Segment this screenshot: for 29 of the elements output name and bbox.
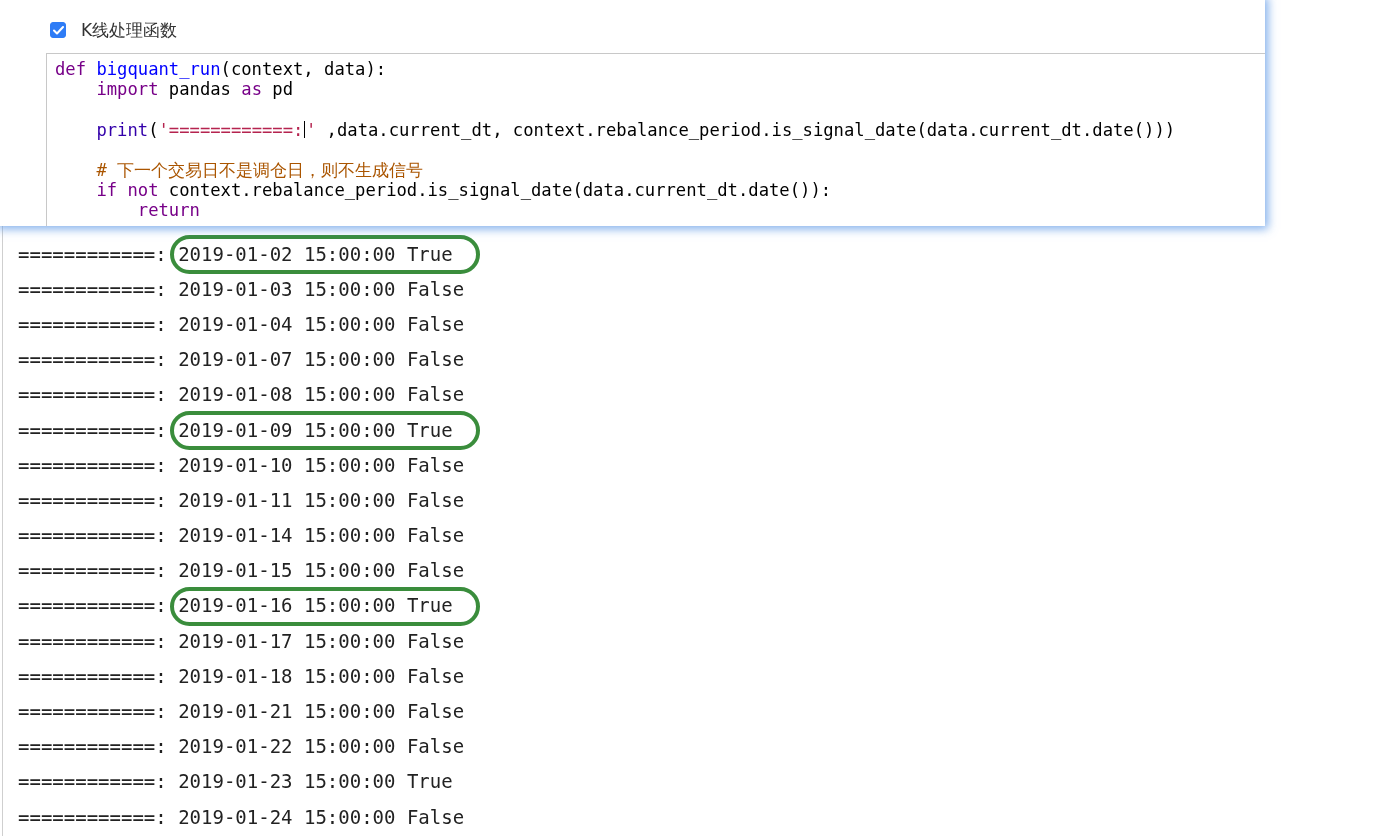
checkmark-icon — [52, 25, 64, 35]
output-line: ============: 2019-01-23 15:00:00 True — [18, 770, 453, 793]
output-line: ============: 2019-01-17 15:00:00 False — [18, 629, 465, 652]
output-line: ============: 2019-01-22 15:00:00 False — [18, 735, 465, 758]
code-line: if not context.rebalance_period.is_signal_date(data.current_dt.date()): — [95, 180, 832, 201]
output-line: ============: 2019-01-14 15:00:00 False — [18, 524, 465, 547]
text-cursor-icon — [303, 121, 306, 139]
output-line: ============: 2019-01-04 15:00:00 False — [18, 312, 465, 335]
code-line: ' ,data.current_dt, context.rebalance_period.is_signal_date(data.current_dt.date())) — [305, 119, 1176, 140]
output-line: ============: 2019-01-02 15:00:00 True — [18, 242, 453, 265]
output-line: ============: 2019-01-09 15:00:00 True — [18, 418, 453, 441]
code-line: import pandas as pd — [95, 79, 294, 100]
output-line: ============: 2019-01-18 15:00:00 False — [18, 664, 465, 687]
output-line: ============: 2019-01-07 15:00:00 False — [18, 348, 465, 371]
output-line: ============: 2019-01-08 15:00:00 False — [18, 383, 465, 406]
output-line: ============: 2019-01-21 15:00:00 False — [18, 700, 465, 723]
code-line: def bigquant_run(context, data): — [55, 59, 387, 80]
output-line: ============: 2019-01-15 15:00:00 False — [18, 559, 465, 582]
output-line: ============: 2019-01-11 15:00:00 False — [18, 488, 465, 511]
checkbox-label: K线处理函数 — [81, 18, 178, 42]
output-line: ============: 2019-01-24 15:00:00 False — [18, 805, 465, 828]
code-line: print('============: — [95, 119, 304, 140]
output-line: ============: 2019-01-10 15:00:00 False — [18, 453, 465, 476]
code-editor[interactable] — [46, 53, 1265, 226]
output-line: ============: 2019-01-03 15:00:00 False — [18, 277, 465, 300]
output-line: ============: 2019-01-16 15:00:00 True — [18, 594, 453, 617]
checkbox[interactable] — [50, 22, 66, 38]
code-line: return — [136, 200, 200, 221]
code-line: # 下一个交易日不是调仓日，则不生成信号 — [95, 159, 424, 181]
